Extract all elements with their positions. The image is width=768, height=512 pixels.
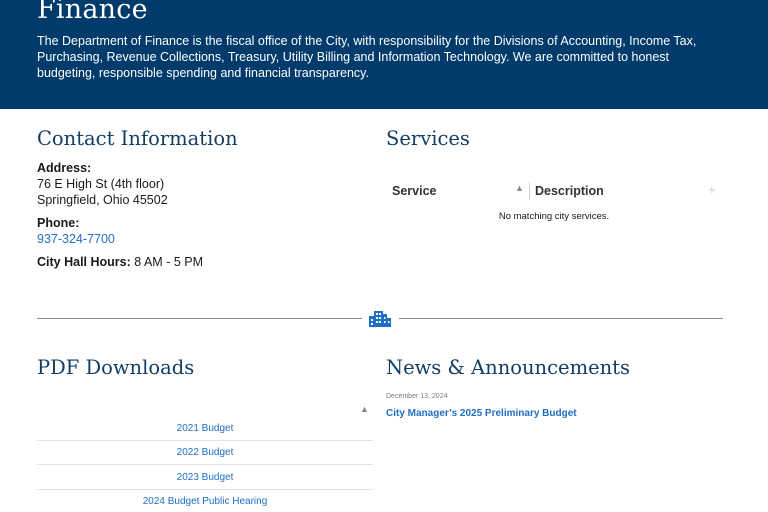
list-item: 2023 Budget [37,466,373,490]
hero-banner: Finance The Department of Finance is the… [0,0,768,109]
news-date: December 13, 2024 [386,393,448,400]
city-buildings-icon [369,311,391,327]
service-column-header[interactable]: Service [392,184,436,206]
description-column-header[interactable]: Description [535,184,604,206]
section-divider-left [37,318,362,319]
pdf-link[interactable]: 2021 Budget [177,423,234,434]
page-title: Finance [37,0,148,25]
department-description: The Department of Finance is the fiscal … [37,34,697,80]
pdf-link[interactable]: 2024 Budget Public Hearing [143,496,268,507]
address-line-1: 76 E High St (4th floor) [37,177,165,191]
contact-heading: Contact Information [37,127,238,150]
plus-icon[interactable]: + [708,182,716,197]
triangle-up-icon[interactable]: ▲ [515,183,524,193]
services-heading: Services [386,127,470,150]
news-link[interactable]: City Manager’s 2025 Preliminary Budget [386,408,577,419]
news-heading: News & Announcements [386,356,631,379]
triangle-up-icon[interactable]: ▲ [360,404,369,414]
services-empty-message: No matching city services. [498,211,610,222]
pdf-link[interactable]: 2022 Budget [177,447,234,458]
column-divider [529,182,530,200]
city-hall-hours: City Hall Hours: 8 AM - 5 PM [37,255,203,269]
hours-value: 8 AM - 5 PM [130,255,204,269]
list-item: 2021 Budget [37,417,373,441]
list-item: 2024 Budget Public Hearing [37,490,373,512]
phone-link[interactable]: 937-324-7700 [37,232,115,246]
hours-label: City Hall Hours: [37,255,131,269]
address-label: Address: [37,161,92,175]
pdf-link[interactable]: 2023 Budget [177,472,234,483]
address-line-2: Springfield, Ohio 45502 [37,193,168,207]
phone-label: Phone: [37,216,80,230]
pdf-downloads-heading: PDF Downloads [37,356,195,379]
list-item: 2022 Budget [37,441,373,465]
section-divider-right [399,318,723,319]
